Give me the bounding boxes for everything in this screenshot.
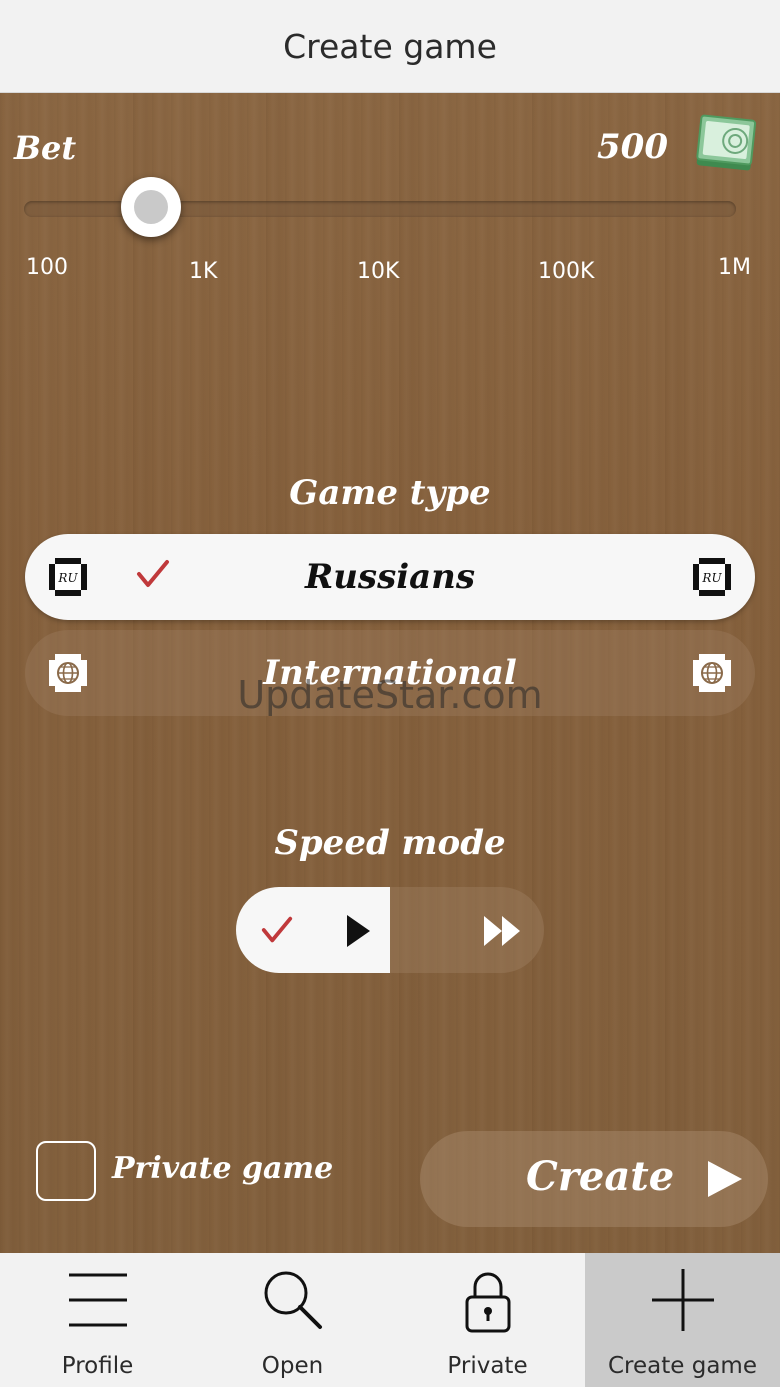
nav-label-create-game: Create game <box>608 1353 757 1379</box>
nav-item-profile[interactable]: Profile <box>0 1253 195 1387</box>
app-header: Create game <box>0 0 780 93</box>
bet-slider-thumb[interactable] <box>121 177 181 237</box>
check-icon <box>261 916 293 943</box>
search-icon <box>264 1271 322 1329</box>
game-type-title: Game type <box>289 473 491 513</box>
private-game-label: Private game <box>112 1151 334 1186</box>
create-game-panel: Bet 500 100 1K 10K 100K 1M Game type RU … <box>0 93 780 1253</box>
nav-item-open[interactable]: Open <box>195 1253 390 1387</box>
speed-mode-toggle <box>236 887 544 973</box>
nav-label-open: Open <box>261 1353 324 1379</box>
menu-icon <box>68 1273 127 1327</box>
bet-value: 500 <box>597 127 668 167</box>
nav-label-profile: Profile <box>61 1353 134 1379</box>
game-type-russians-label: Russians <box>304 557 476 597</box>
private-game-checkbox[interactable] <box>36 1141 96 1201</box>
nav-label-private: Private <box>447 1353 528 1379</box>
speed-mode-title: Speed mode <box>274 823 506 863</box>
nav-item-create-game[interactable]: Create game <box>585 1253 780 1387</box>
slider-tick-1k: 1K <box>189 259 218 284</box>
nav-item-private[interactable]: Private <box>390 1253 585 1387</box>
lock-icon <box>465 1272 510 1333</box>
slider-tick-1m: 1M <box>718 255 751 280</box>
svg-text:RU: RU <box>57 571 78 585</box>
play-icon <box>708 1161 742 1197</box>
game-type-russians[interactable]: RU Russians RU <box>25 534 755 620</box>
speed-fast-option[interactable] <box>390 887 544 973</box>
slider-tick-10k: 10K <box>357 259 400 284</box>
speed-normal-option[interactable] <box>236 887 390 973</box>
fast-forward-icon <box>484 916 520 946</box>
bottom-nav: Profile Open Private Create game <box>0 1253 780 1387</box>
ru-badge-icon: RU <box>49 558 87 596</box>
watermark: UpdateStar.com <box>237 673 543 717</box>
plus-icon <box>651 1269 714 1331</box>
create-button[interactable]: Create <box>420 1131 768 1227</box>
money-icon <box>696 114 757 171</box>
ru-badge-icon: RU <box>693 558 731 596</box>
svg-text:RU: RU <box>701 571 722 585</box>
create-button-label: Create <box>526 1153 675 1200</box>
play-icon <box>347 915 370 947</box>
page-title: Create game <box>283 26 497 66</box>
slider-tick-100: 100 <box>26 255 68 280</box>
check-icon <box>137 560 169 587</box>
bet-label: Bet <box>14 129 77 167</box>
slider-tick-100k: 100K <box>538 259 595 284</box>
